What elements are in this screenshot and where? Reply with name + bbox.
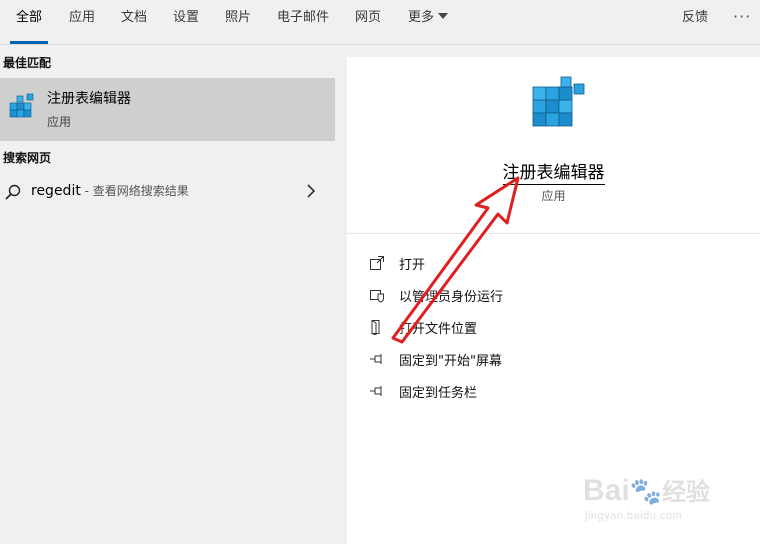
preview-app-type: 应用: [541, 189, 566, 203]
feedback-button[interactable]: 反馈: [682, 0, 708, 36]
action-open-file-location[interactable]: 打开文件位置: [369, 317, 729, 337]
watermark-paw-icon: 🐾: [629, 476, 663, 506]
chevron-right-icon[interactable]: [304, 183, 318, 199]
web-search-result[interactable]: regedit - 查看网络搜索结果: [0, 177, 335, 207]
pin-icon: [370, 354, 382, 364]
watermark-main: Bai🐾经验: [583, 472, 710, 508]
watermark-jingyan: 经验: [662, 479, 711, 506]
divider: [347, 233, 760, 234]
best-match-type: 应用: [47, 115, 72, 129]
more-options-button[interactable]: ···: [733, 0, 751, 34]
action-pin-to-taskbar[interactable]: 固定到任务栏: [369, 381, 729, 401]
tab-photos[interactable]: 照片: [216, 0, 260, 44]
tab-documents[interactable]: 文档: [112, 0, 156, 44]
folder-icon: [371, 319, 380, 335]
action-open[interactable]: 打开: [369, 253, 729, 273]
action-pin-to-start-label: 固定到"开始"屏幕: [399, 354, 502, 369]
web-search-heading: 搜索网页: [3, 151, 52, 165]
tab-apps-label: 应用: [68, 10, 95, 25]
tab-web[interactable]: 网页: [346, 0, 390, 44]
tab-all[interactable]: 全部: [6, 0, 52, 44]
action-open-file-location-label: 打开文件位置: [399, 322, 478, 337]
baidu-jingyan-watermark: Bai🐾经验 jingyan.baidu.com: [583, 462, 753, 532]
action-run-as-admin-label: 以管理员身份运行: [399, 290, 504, 305]
tab-email[interactable]: 电子邮件: [270, 0, 336, 44]
registry-editor-large-icon: [532, 76, 585, 127]
web-result-query: regedit: [31, 183, 81, 199]
best-match-heading: 最佳匹配: [3, 56, 52, 70]
shield-icon: [370, 290, 384, 303]
search-icon: [5, 184, 21, 200]
registry-cubes-icon: [9, 93, 34, 118]
tab-documents-label: 文档: [120, 10, 147, 25]
tab-settings-label: 设置: [172, 10, 199, 25]
best-match-name: 注册表编辑器: [47, 91, 131, 107]
watermark-bai: Bai: [583, 474, 630, 507]
tab-settings[interactable]: 设置: [164, 0, 208, 44]
pin-icon: [370, 386, 382, 396]
tab-more[interactable]: 更多: [400, 0, 456, 44]
active-tab-indicator: [10, 41, 48, 44]
tab-email-label: 电子邮件: [276, 10, 329, 25]
tab-more-label: 更多: [407, 10, 434, 25]
filter-tab-bar: 全部 应用 文档 设置 照片 电子邮件 网页 更多 反馈 ···: [0, 0, 760, 45]
web-result-text: regedit - 查看网络搜索结果: [31, 182, 189, 199]
action-pin-to-taskbar-label: 固定到任务栏: [399, 386, 478, 401]
best-match-result[interactable]: 注册表编辑器 应用: [0, 78, 335, 141]
action-pin-to-start[interactable]: 固定到"开始"屏幕: [369, 349, 729, 369]
preview-app-title[interactable]: 注册表编辑器: [347, 158, 760, 185]
open-icon: [370, 256, 384, 270]
action-run-as-admin[interactable]: 以管理员身份运行: [369, 285, 729, 305]
tab-apps[interactable]: 应用: [60, 0, 104, 44]
watermark-url: jingyan.baidu.com: [585, 510, 683, 522]
tab-photos-label: 照片: [224, 10, 251, 25]
results-pane: 最佳匹配 注册表编辑器 应用 搜索网页 regedit - 查看网络搜索结果: [0, 45, 335, 544]
tab-all-label: 全部: [15, 10, 42, 25]
action-open-label: 打开: [399, 258, 426, 273]
search-window: 全部 应用 文档 设置 照片 电子邮件 网页 更多 反馈 ··· 最佳匹配 注册…: [0, 0, 760, 544]
web-result-hint: - 查看网络搜索结果: [80, 184, 189, 198]
preview-app-title-text: 注册表编辑器: [502, 163, 605, 185]
tab-web-label: 网页: [354, 10, 381, 25]
caret-down-icon: [438, 13, 448, 19]
